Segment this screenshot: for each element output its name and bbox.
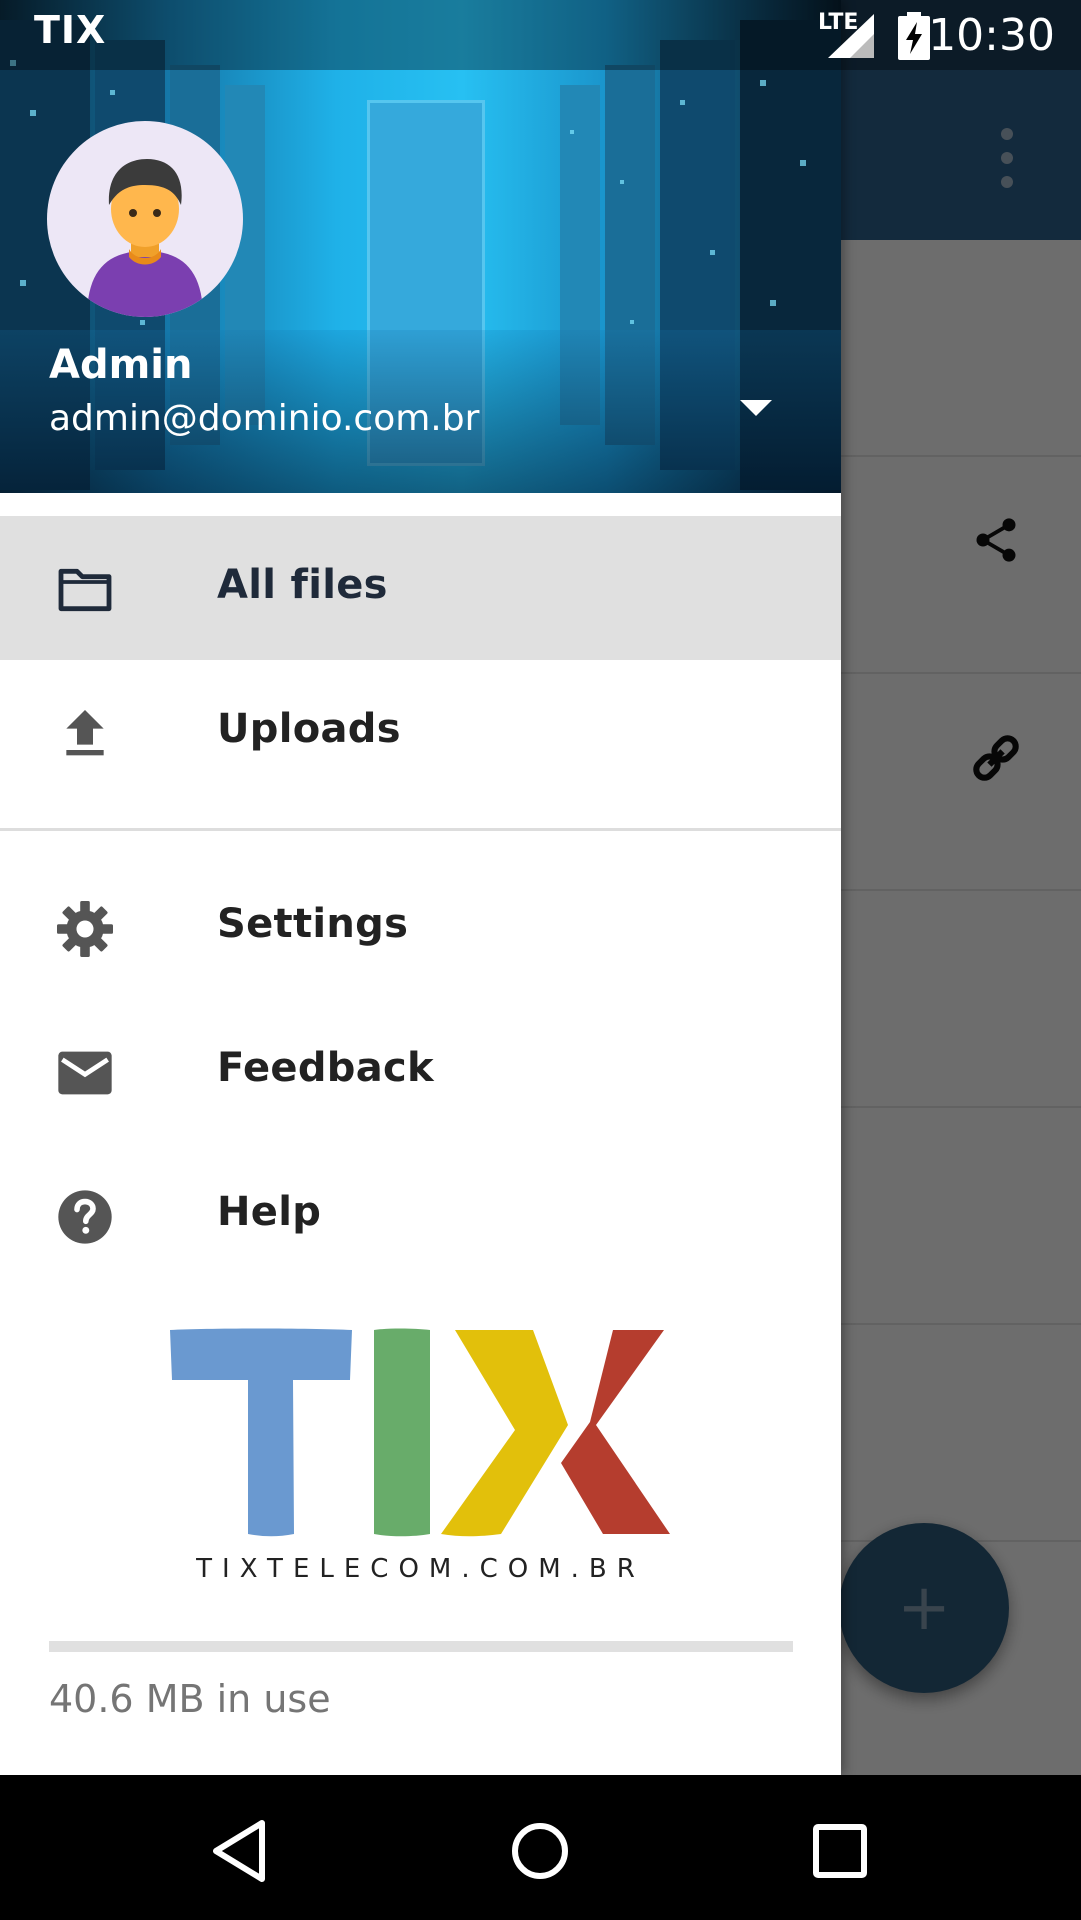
- status-bar: TIX LTE 10:30: [0, 0, 1081, 70]
- battery-charging-icon: [898, 12, 930, 60]
- user-avatar-icon: [87, 159, 203, 317]
- status-app-name: TIX: [34, 8, 107, 52]
- storage-usage-text: 40.6 MB in use: [49, 1677, 331, 1721]
- upload-icon: [66, 710, 104, 756]
- folder-icon: [58, 568, 112, 612]
- menu-label: Help: [217, 1189, 322, 1235]
- menu-item-all-files[interactable]: All files: [0, 516, 841, 660]
- tix-logo: TIXTELECOM.COM.BR: [168, 1328, 673, 1598]
- menu-item-feedback[interactable]: Feedback: [0, 999, 841, 1143]
- home-icon[interactable]: [500, 1811, 580, 1891]
- logo-tagline: TIXTELECOM.COM.BR: [196, 1554, 645, 1584]
- system-navigation-bar: [0, 1775, 1081, 1920]
- recents-icon[interactable]: [800, 1811, 880, 1891]
- menu-label: Feedback: [217, 1045, 434, 1091]
- menu-label: Uploads: [217, 706, 401, 752]
- navigation-drawer: Admin admin@dominio.com.br All files Upl…: [0, 0, 841, 1775]
- gear-icon: [57, 901, 113, 957]
- tix-logo-mark: [170, 1328, 670, 1537]
- storage-usage-bar: [49, 1641, 793, 1652]
- signal-icon: [828, 14, 874, 58]
- menu-item-settings[interactable]: Settings: [0, 855, 841, 999]
- account-name: Admin: [49, 342, 193, 388]
- account-email: admin@dominio.com.br: [49, 398, 480, 439]
- account-dropdown-icon[interactable]: [740, 400, 772, 416]
- menu-label: All files: [217, 562, 388, 608]
- avatar[interactable]: [47, 121, 243, 317]
- help-icon: [58, 1190, 112, 1244]
- drawer-header: Admin admin@dominio.com.br: [0, 0, 841, 493]
- status-time: 10:30: [928, 10, 1055, 61]
- menu-item-help[interactable]: Help: [0, 1143, 841, 1287]
- menu-item-uploads[interactable]: Uploads: [0, 660, 841, 804]
- menu-label: Settings: [217, 901, 409, 947]
- mail-icon: [58, 1051, 112, 1095]
- back-icon[interactable]: [200, 1811, 280, 1891]
- menu-divider: [0, 828, 841, 831]
